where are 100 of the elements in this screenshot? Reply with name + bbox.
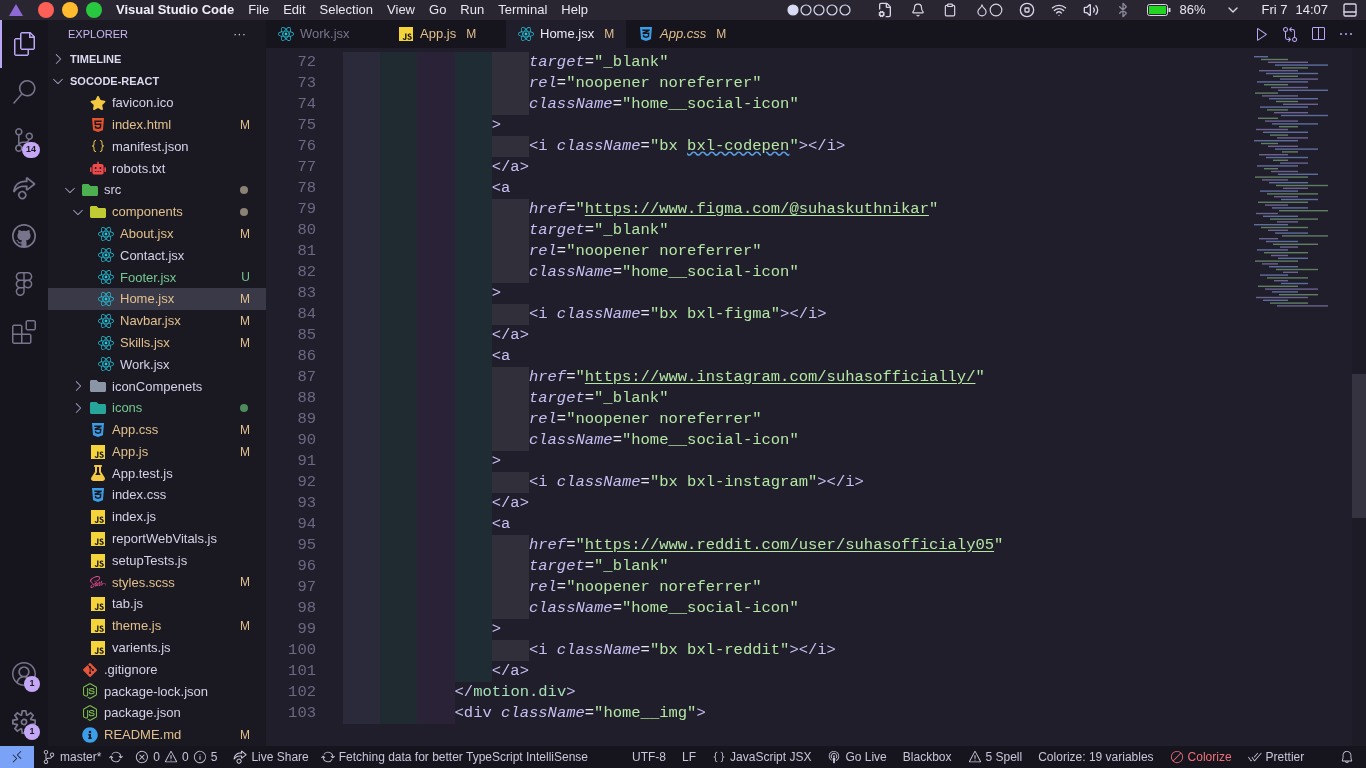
language-status[interactable]: JavaScript JSX <box>730 748 812 766</box>
wifi-icon[interactable] <box>1051 2 1068 18</box>
menu-item[interactable]: Help <box>561 0 589 20</box>
menu-item[interactable]: Run <box>460 0 485 20</box>
tree-item[interactable]: index.css <box>48 484 266 507</box>
section-header[interactable]: TIMELINE <box>48 48 266 70</box>
tree-item[interactable]: Work.jsx <box>48 353 266 376</box>
colorize-info[interactable]: Colorize: 19 variables <box>1038 748 1154 766</box>
git-status: M <box>240 312 250 330</box>
tree-item[interactable]: About.jsx M <box>48 222 266 245</box>
blackbox-status[interactable]: Blackbox <box>902 748 952 766</box>
window-control[interactable] <box>38 2 54 18</box>
colorize-status[interactable]: Colorize <box>1187 748 1232 766</box>
sync-icon[interactable] <box>109 750 124 764</box>
menu-item[interactable]: File <box>248 0 270 20</box>
prettier-status[interactable]: Prettier <box>1265 748 1305 766</box>
tree-item[interactable]: setupTests.js <box>48 549 266 572</box>
tree-item[interactable]: README.md M <box>48 724 266 746</box>
menu-item[interactable]: View <box>387 0 415 20</box>
battery-icon[interactable] <box>1147 4 1172 16</box>
line-number: 73 <box>296 72 316 94</box>
volume-icon[interactable] <box>1083 2 1100 18</box>
play-icon[interactable] <box>1254 26 1270 42</box>
bell-icon[interactable] <box>911 3 926 17</box>
scrollbar[interactable] <box>1352 48 1366 746</box>
tree-item[interactable]: Home.jsx M <box>48 288 266 310</box>
tree-item[interactable]: robots.txt <box>48 157 266 180</box>
file-name: index.css <box>112 486 167 505</box>
braces-icon <box>712 750 727 764</box>
window-control[interactable] <box>62 2 78 18</box>
tree-item[interactable]: Navbar.jsx M <box>48 309 266 332</box>
branch-name[interactable]: master* <box>60 748 102 766</box>
menu-item[interactable]: Selection <box>319 0 374 20</box>
tree-item[interactable]: theme.js M <box>48 615 266 637</box>
remote-button[interactable] <box>0 746 34 768</box>
info-count[interactable]: 5 <box>210 748 218 766</box>
activity-button[interactable]: 1 <box>0 650 48 698</box>
bell-icon[interactable] <box>1340 750 1354 764</box>
split-editor-icon[interactable] <box>1310 26 1326 42</box>
tree-item[interactable]: src <box>48 179 266 201</box>
tree-item[interactable]: Skills.jsx M <box>48 331 266 354</box>
tree-item[interactable]: .gitignore <box>48 658 266 681</box>
activity-button[interactable]: 1 <box>0 698 48 746</box>
editor-tab[interactable]: Work.jsx <box>266 20 386 48</box>
tree-item[interactable]: components <box>48 201 266 223</box>
tree-item[interactable]: iconCompenets <box>48 375 266 398</box>
tree-item[interactable]: Footer.jsx U <box>48 266 266 289</box>
code-line: </a> <box>491 157 529 178</box>
menu-item[interactable]: Edit <box>283 0 306 20</box>
tree-item[interactable]: styles.scss M <box>48 571 266 594</box>
spell-status[interactable]: 5 Spell <box>985 748 1023 766</box>
more-button[interactable]: ··· <box>233 24 246 44</box>
menu-item[interactable]: Go <box>429 0 447 20</box>
tree-item[interactable]: tab.js <box>48 593 266 616</box>
files-icon <box>13 32 37 56</box>
tree-item[interactable]: index.js <box>48 506 266 528</box>
tree-item[interactable]: package.json <box>48 702 266 725</box>
code-line: <a <box>491 514 511 535</box>
eol-status[interactable]: LF <box>682 748 697 766</box>
window-control[interactable] <box>86 2 102 18</box>
code-line: className="home__social-icon" <box>528 430 799 451</box>
circle-icon[interactable] <box>989 3 1004 17</box>
menu-item[interactable]: Terminal <box>498 0 548 20</box>
live-share-status[interactable]: Live Share <box>251 748 309 766</box>
droplet-icon[interactable] <box>975 3 990 17</box>
git-status: M <box>466 26 477 43</box>
git-status: M <box>240 574 250 592</box>
tree-item[interactable]: App.js M <box>48 440 266 463</box>
tree-item[interactable]: icons <box>48 397 266 419</box>
encoding-status[interactable]: UTF-8 <box>632 748 667 766</box>
share-arrow-icon <box>233 750 248 764</box>
editor-tab[interactable]: App.css M <box>626 20 746 48</box>
tree-item[interactable]: varients.js <box>48 636 266 659</box>
tree-item[interactable]: manifest.json <box>48 135 266 158</box>
clipboard-icon[interactable] <box>943 3 958 17</box>
tree-item[interactable]: reportWebVitals.js <box>48 527 266 550</box>
stop-icon[interactable] <box>1019 2 1036 18</box>
tree-item[interactable]: Contact.jsx <box>48 244 266 267</box>
robot-icon <box>90 160 106 177</box>
tree-item[interactable]: App.css M <box>48 418 266 441</box>
tree-item[interactable]: App.test.js <box>48 462 266 485</box>
share-arrow-icon <box>12 176 36 200</box>
source-control-icon <box>12 128 36 152</box>
section-header[interactable]: SOCODE-REACT <box>48 70 266 92</box>
tree-item[interactable]: index.html M <box>48 113 266 136</box>
javascript-icon <box>398 26 414 42</box>
error-count[interactable]: 0 <box>153 748 161 766</box>
scrollbar-thumb[interactable] <box>1352 374 1366 518</box>
tree-item[interactable]: package-lock.json <box>48 680 266 703</box>
panel-icon[interactable] <box>1342 2 1358 18</box>
count-badge: 14 <box>22 142 40 158</box>
editor-tab[interactable]: Home.jsx M <box>506 20 626 48</box>
compare-icon[interactable] <box>1282 26 1298 42</box>
editor-tab[interactable]: App.js M <box>386 20 506 48</box>
warning-count[interactable]: 0 <box>182 748 189 766</box>
go-live-status[interactable]: Go Live <box>845 748 887 766</box>
tree-item[interactable]: favicon.ico <box>48 92 266 114</box>
activity-button[interactable]: 14 <box>0 116 48 164</box>
file-gear-icon[interactable] <box>877 2 894 18</box>
code-line: className="home__social-icon" <box>528 262 799 283</box>
